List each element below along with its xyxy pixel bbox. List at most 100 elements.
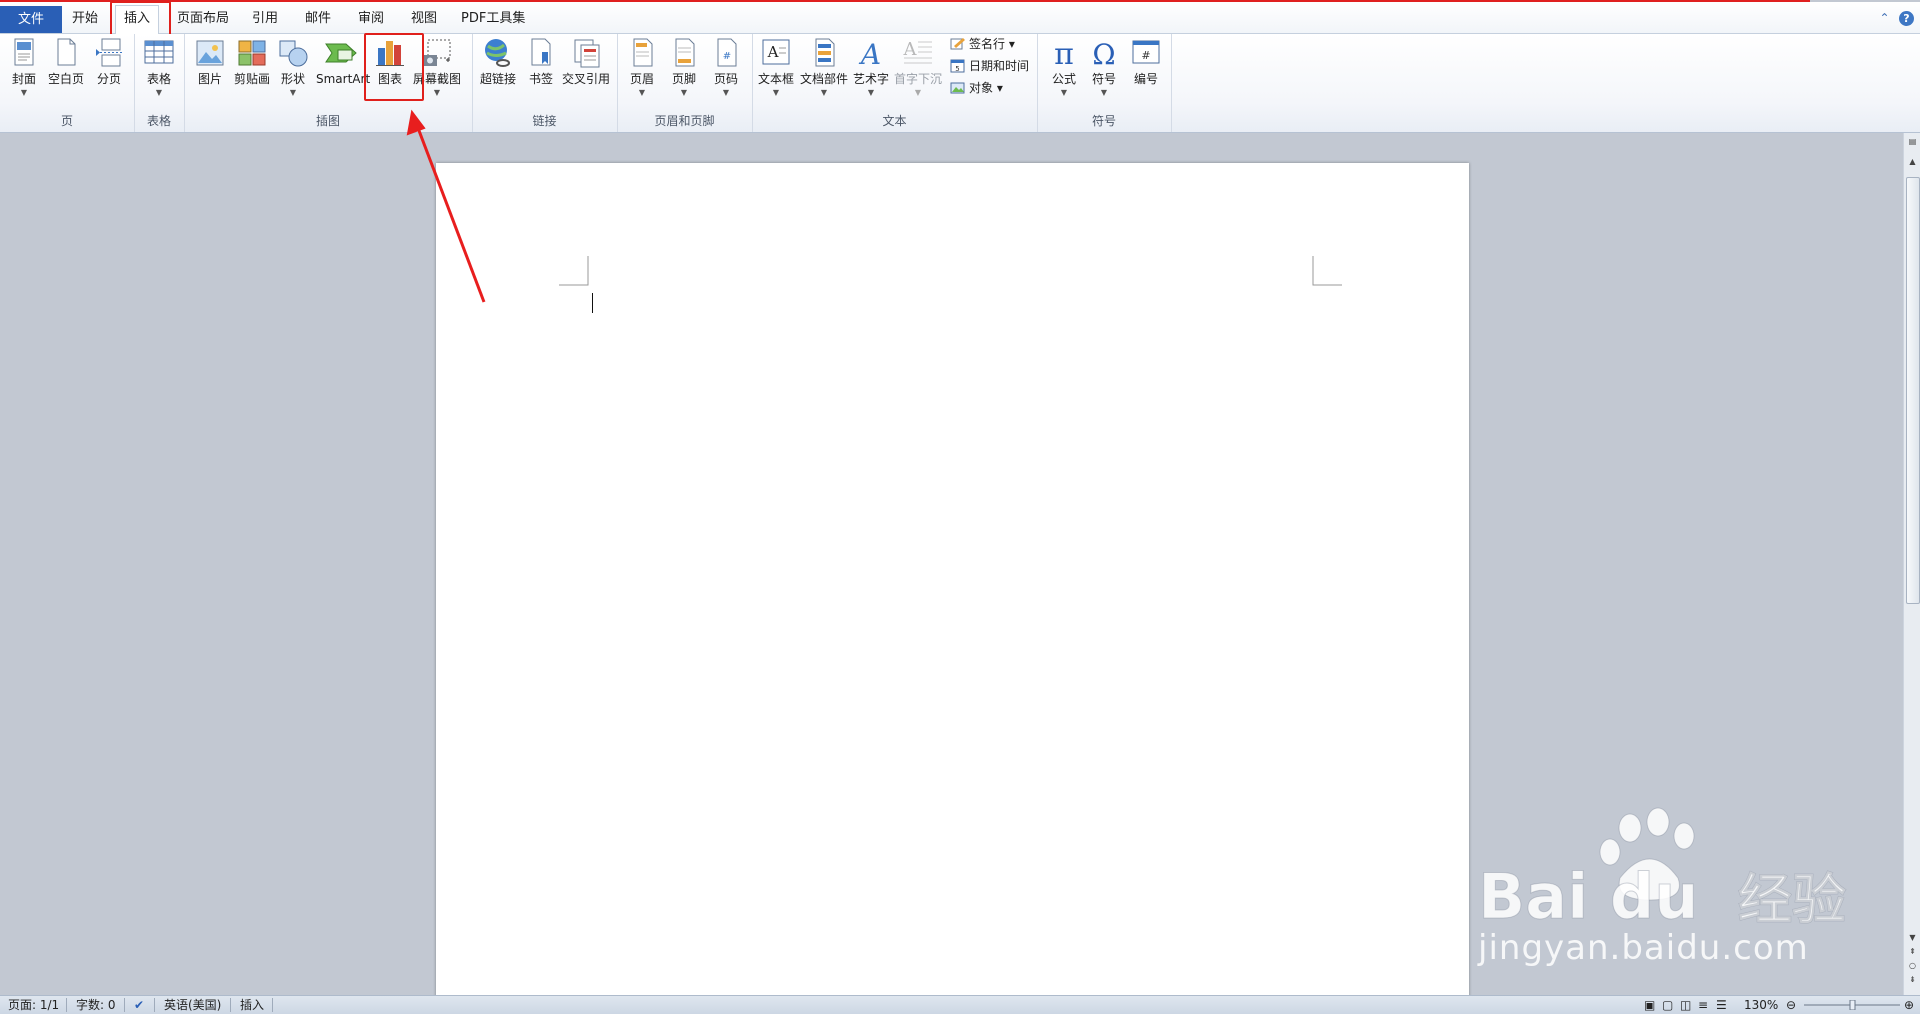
footer-button[interactable]: 页脚 ▼ (667, 36, 701, 106)
print-layout-view-icon[interactable]: ▣ (1644, 997, 1655, 1013)
cross-reference-icon (574, 39, 600, 68)
chart-button[interactable]: 图表 (372, 36, 408, 106)
tab-insert[interactable]: 插入 (115, 5, 160, 35)
tab-page-layout[interactable]: 页面布局 (169, 8, 237, 29)
cover-page-button[interactable]: 封面 ▼ (6, 36, 42, 106)
header-button[interactable]: 页眉 ▼ (625, 36, 659, 106)
clipart-button[interactable]: 剪贴画 (232, 36, 272, 106)
web-layout-view-icon[interactable]: ◫ (1680, 997, 1691, 1013)
ribbon-insert: 封面 ▼ 空白页 分页 页 表格 ▼ 表格 图片 剪贴画 形状 ▼ SmartA… (0, 33, 1920, 133)
group-illustrations: 图片 剪贴画 形状 ▼ SmartArt 图表 屏幕截图 ▼ 插图 (184, 34, 473, 132)
shapes-button[interactable]: 形状 ▼ (276, 36, 310, 106)
language-indicator[interactable]: 英语(美国) (164, 997, 221, 1013)
quick-parts-icon (815, 38, 835, 67)
symbol-button[interactable]: Ω 符号 ▼ (1087, 36, 1121, 106)
group-tables-label: 表格 (146, 114, 171, 128)
margin-corner-top-right (1312, 256, 1342, 286)
draft-view-icon[interactable]: ☰ (1716, 997, 1727, 1013)
picture-button[interactable]: 图片 (192, 36, 228, 106)
date-time-button[interactable]: 5 日期和时间 (950, 56, 1029, 76)
help-icon[interactable]: ? (1899, 11, 1914, 26)
wordart-button[interactable]: A 艺术字 ▼ (852, 36, 890, 106)
scroll-thumb[interactable] (1906, 177, 1920, 604)
calendar-icon: 5 (950, 59, 965, 73)
ruler-toggle-icon[interactable]: ▤ (1905, 135, 1920, 149)
page-count[interactable]: 页面: 1/1 (8, 997, 59, 1013)
page-break-icon (96, 38, 122, 67)
chart-icon (376, 41, 404, 66)
minimize-ribbon-icon[interactable]: ⌃ (1877, 11, 1892, 26)
page-number-button[interactable]: # 页码 ▼ (709, 36, 743, 106)
group-links-label: 链接 (532, 114, 557, 128)
group-illustrations-label: 插图 (315, 114, 340, 128)
zoom-level[interactable]: 130% (1744, 997, 1778, 1013)
tab-references[interactable]: 引用 (244, 8, 286, 29)
object-button[interactable]: 对象 ▾ (950, 78, 1003, 98)
browse-object-icon[interactable]: ○ (1905, 959, 1920, 973)
tab-view[interactable]: 视图 (403, 8, 445, 29)
tab-file[interactable]: 文件 (0, 6, 63, 33)
full-screen-view-icon[interactable]: ▢ (1662, 997, 1673, 1013)
quick-parts-button[interactable]: 文档部件 ▼ (800, 36, 848, 106)
zoom-slider[interactable] (1802, 1000, 1902, 1010)
previous-page-icon[interactable]: ⇞ (1905, 945, 1920, 959)
shapes-icon (279, 40, 308, 67)
svg-text:A: A (903, 39, 918, 60)
watermark-brand: Bai du (1478, 860, 1698, 933)
next-page-icon[interactable]: ⇟ (1905, 973, 1920, 987)
blank-page-icon (57, 38, 76, 66)
tab-mailings[interactable]: 邮件 (297, 8, 339, 29)
equation-button[interactable]: π 公式 ▼ (1047, 36, 1081, 106)
tab-pdf-tools[interactable]: PDF工具集 (453, 8, 533, 29)
tab-review[interactable]: 审阅 (350, 8, 392, 29)
bookmark-icon (531, 38, 551, 66)
bookmark-button[interactable]: 书签 (524, 36, 558, 106)
group-header-footer-label: 页眉和页脚 (654, 114, 715, 128)
word-count[interactable]: 字数: 0 (76, 997, 116, 1013)
group-header-footer: 页眉 ▼ 页脚 ▼ # 页码 ▼ 页眉和页脚 (617, 34, 753, 132)
document-page[interactable] (436, 163, 1469, 1013)
wordart-icon: A (858, 38, 881, 70)
signature-line-button[interactable]: 签名行 ▾ (950, 34, 1015, 54)
footer-icon (675, 38, 695, 67)
group-symbols: π 公式 ▼ Ω 符号 ▼ # 编号 符号 (1037, 34, 1172, 132)
page-break-button[interactable]: 分页 (92, 36, 126, 106)
scroll-down-icon[interactable]: ▼ (1905, 931, 1920, 945)
text-box-button[interactable]: A 文本框 ▼ (756, 36, 796, 106)
table-button[interactable]: 表格 ▼ (142, 36, 176, 106)
svg-text:π: π (1054, 37, 1074, 70)
blank-page-button[interactable]: 空白页 (46, 36, 86, 106)
cross-reference-button[interactable]: 交叉引用 (560, 36, 612, 106)
hyperlink-button[interactable]: 超链接 (476, 36, 520, 106)
svg-text:A: A (767, 43, 779, 61)
group-pages: 封面 ▼ 空白页 分页 页 (0, 34, 135, 132)
scroll-up-icon[interactable]: ▲ (1905, 155, 1920, 169)
number-icon: # (1132, 40, 1160, 64)
group-tables: 表格 ▼ 表格 (134, 34, 185, 132)
smartart-button[interactable]: SmartArt (316, 36, 370, 106)
margin-corner-top-left (559, 256, 589, 286)
page-number-icon: # (717, 38, 737, 67)
header-icon (633, 38, 653, 67)
tab-home[interactable]: 开始 (64, 8, 106, 29)
svg-text:#: # (723, 51, 731, 62)
screenshot-button[interactable]: 屏幕截图 ▼ (412, 36, 462, 106)
svg-text:Ω: Ω (1092, 38, 1115, 70)
number-button[interactable]: # 编号 (1129, 36, 1163, 106)
clipart-icon (238, 40, 266, 66)
group-text-label: 文本 (882, 114, 907, 128)
omega-icon: Ω (1092, 38, 1115, 70)
insert-mode-indicator[interactable]: 插入 (240, 997, 264, 1013)
drop-cap-button[interactable]: A 首字下沉 ▼ (894, 36, 942, 106)
vertical-scrollbar[interactable]: ▤ ▲ ▼ ⇞ ○ ⇟ (1903, 133, 1920, 995)
watermark-url: jingyan.baidu.com (1478, 928, 1809, 968)
signature-line-icon (950, 38, 965, 50)
picture-icon (196, 40, 224, 66)
equation-pi-icon: π (1054, 37, 1074, 70)
text-box-icon: A (762, 39, 790, 65)
zoom-out-icon[interactable]: ⊖ (1786, 997, 1796, 1013)
proofing-icon[interactable]: ✔ (134, 997, 144, 1013)
outline-view-icon[interactable]: ≡ (1698, 997, 1708, 1013)
group-links: 超链接 书签 交叉引用 链接 (472, 34, 618, 132)
zoom-in-icon[interactable]: ⊕ (1904, 997, 1914, 1013)
